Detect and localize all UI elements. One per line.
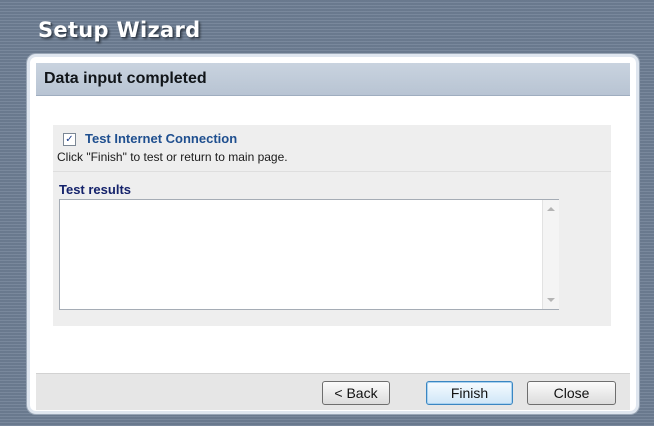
- test-connection-checkbox[interactable]: ✓: [63, 133, 76, 146]
- button-bar: < Back Finish Close: [36, 373, 630, 410]
- panel-header: Data input completed: [36, 63, 630, 96]
- test-results-label: Test results: [59, 182, 132, 197]
- scroll-down-arrow-icon[interactable]: [547, 298, 555, 302]
- test-connection-section: ✓ Test Internet Connection Click "Finish…: [53, 125, 611, 172]
- test-results-textarea[interactable]: [59, 199, 559, 310]
- results-scrollbar[interactable]: [542, 200, 559, 309]
- scroll-up-arrow-icon[interactable]: [547, 207, 555, 211]
- finish-button[interactable]: Finish: [426, 381, 513, 405]
- checkmark-icon: ✓: [65, 134, 74, 145]
- test-results-section: Test results: [53, 172, 611, 326]
- window-title: Setup Wizard: [38, 18, 201, 42]
- back-button[interactable]: < Back: [322, 381, 390, 405]
- close-button[interactable]: Close: [527, 381, 616, 405]
- test-connection-label[interactable]: Test Internet Connection: [85, 131, 237, 146]
- wizard-panel: Data input completed ✓ Test Internet Con…: [27, 54, 639, 414]
- finish-hint-text: Click "Finish" to test or return to main…: [57, 150, 288, 164]
- panel-heading: Data input completed: [44, 70, 207, 87]
